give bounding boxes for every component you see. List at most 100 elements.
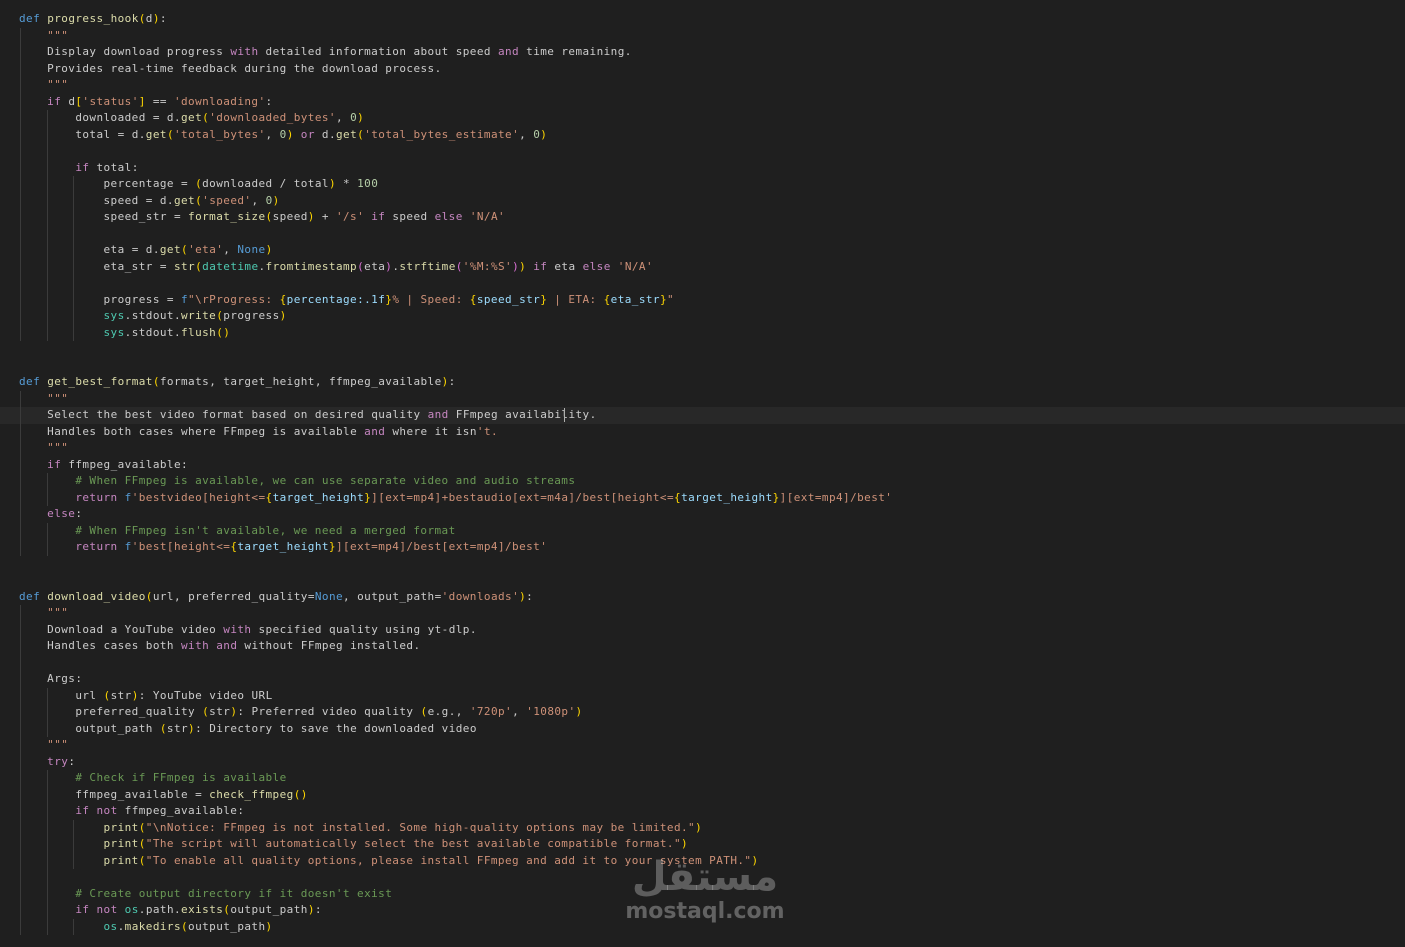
code-line[interactable]: if ffmpeg_available: bbox=[0, 456, 1405, 473]
code-line[interactable]: return f'best[height<={target_height}][e… bbox=[0, 539, 1405, 556]
code-line[interactable]: """ bbox=[0, 390, 1405, 407]
code-line[interactable]: # Check if FFmpeg is available bbox=[0, 770, 1405, 787]
indent-guide bbox=[20, 143, 21, 160]
code-line-text: """ bbox=[47, 391, 69, 405]
code-line[interactable] bbox=[0, 869, 1405, 886]
code-line-text: total = d.get('total_bytes', 0) or d.get… bbox=[75, 127, 548, 141]
code-line-text: ffmpeg_available = check_ffmpeg() bbox=[75, 787, 308, 801]
code-line-text: speed = d.get('speed', 0) bbox=[103, 193, 280, 207]
code-line[interactable]: print("The script will automatically sel… bbox=[0, 836, 1405, 853]
code-line-text: try: bbox=[47, 754, 76, 768]
code-line[interactable]: """ bbox=[0, 440, 1405, 457]
code-line-text: sys.stdout.write(progress) bbox=[103, 309, 287, 322]
code-line[interactable] bbox=[0, 358, 1405, 375]
code-line[interactable]: sys.stdout.write(progress) bbox=[0, 308, 1405, 325]
code-line[interactable]: Display download progress with detailed … bbox=[0, 44, 1405, 61]
code-line[interactable]: speed_str = format_size(speed) + '/s' if… bbox=[0, 209, 1405, 226]
code-line-text: if total: bbox=[75, 160, 139, 174]
code-line[interactable]: """ bbox=[0, 605, 1405, 622]
code-line-text: if ffmpeg_available: bbox=[47, 457, 189, 471]
code-line-text: sys.stdout.flush() bbox=[103, 325, 231, 339]
code-line[interactable]: sys.stdout.flush() bbox=[0, 324, 1405, 341]
code-line-text: if not ffmpeg_available: bbox=[75, 804, 245, 817]
code-line-text: if d['status'] == 'downloading': bbox=[47, 94, 273, 108]
code-line-text: Display download progress with detailed … bbox=[47, 45, 632, 58]
code-line-text: """ bbox=[47, 606, 69, 619]
code-line[interactable]: if not os.path.exists(output_path): bbox=[0, 902, 1405, 919]
code-line[interactable] bbox=[0, 225, 1405, 242]
indent-guide bbox=[73, 275, 75, 292]
code-line-text: Handles both cases where FFmpeg is avail… bbox=[47, 424, 499, 438]
code-line[interactable]: eta_str = str(datetime.fromtimestamp(eta… bbox=[0, 258, 1405, 275]
indent-guide bbox=[20, 869, 21, 886]
code-line[interactable]: def download_video(url, preferred_qualit… bbox=[0, 589, 1405, 606]
code-line[interactable]: print("To enable all quality options, pl… bbox=[0, 852, 1405, 869]
code-line[interactable]: downloaded = d.get('downloaded_bytes', 0… bbox=[0, 110, 1405, 127]
code-line-text: # When FFmpeg is available, we can use s… bbox=[19, 474, 576, 487]
code-line[interactable]: def get_best_format(formats, target_heig… bbox=[0, 374, 1405, 391]
code-line-text: url (str): YouTube video URL bbox=[75, 688, 273, 702]
code-line-text: def get_best_format(formats, target_heig… bbox=[19, 375, 456, 388]
code-line[interactable]: speed = d.get('speed', 0) bbox=[0, 192, 1405, 209]
code-line-text: print("\nNotice: FFmpeg is not installed… bbox=[103, 820, 703, 834]
code-line[interactable]: Handles cases both with and without FFmp… bbox=[0, 638, 1405, 655]
code-line-text: else: bbox=[47, 507, 83, 520]
code-line[interactable]: """ bbox=[0, 27, 1405, 44]
text-cursor bbox=[564, 408, 566, 422]
indent-guide bbox=[20, 225, 21, 242]
code-line[interactable]: ffmpeg_available = check_ffmpeg() bbox=[0, 786, 1405, 803]
code-line[interactable]: else: bbox=[0, 506, 1405, 523]
code-line-text: def download_video(url, preferred_qualit… bbox=[19, 589, 534, 603]
code-line[interactable]: Provides real-time feedback during the d… bbox=[0, 60, 1405, 77]
code-line-text: def progress_hook(d): bbox=[19, 12, 167, 25]
code-line[interactable]: os.makedirs(output_path) bbox=[0, 918, 1405, 935]
code-line[interactable] bbox=[0, 572, 1405, 589]
code-line[interactable]: """ bbox=[0, 77, 1405, 94]
code-line[interactable] bbox=[0, 275, 1405, 292]
code-line[interactable]: preferred_quality (str): Preferred video… bbox=[0, 704, 1405, 721]
code-line-text: if not os.path.exists(output_path): bbox=[75, 903, 322, 916]
indent-guide bbox=[20, 275, 21, 292]
code-line[interactable]: eta = d.get('eta', None) bbox=[0, 242, 1405, 259]
code-line[interactable]: """ bbox=[0, 737, 1405, 754]
code-line-text: Handles cases both with and without FFmp… bbox=[47, 639, 421, 652]
code-line-text: return f'bestvideo[height<={target_heigh… bbox=[75, 490, 893, 504]
code-line[interactable]: Select the best video format based on de… bbox=[0, 407, 1405, 424]
code-line[interactable]: url (str): YouTube video URL bbox=[0, 687, 1405, 704]
code-line[interactable]: Handles both cases where FFmpeg is avail… bbox=[0, 423, 1405, 440]
code-line[interactable]: # When FFmpeg isn't available, we need a… bbox=[0, 522, 1405, 539]
code-line[interactable] bbox=[0, 654, 1405, 671]
code-line-text: Download a YouTube video with specified … bbox=[47, 622, 477, 636]
code-editor[interactable]: def progress_hook(d): """ Display downlo… bbox=[0, 0, 1405, 947]
code-line[interactable]: output_path (str): Directory to save the… bbox=[0, 720, 1405, 737]
code-line[interactable]: Args: bbox=[0, 671, 1405, 688]
code-line[interactable]: Download a YouTube video with specified … bbox=[0, 621, 1405, 638]
code-line[interactable]: if d['status'] == 'downloading': bbox=[0, 93, 1405, 110]
indent-guide bbox=[46, 869, 48, 886]
code-line-text: """ bbox=[47, 78, 69, 91]
code-line[interactable]: percentage = (downloaded / total) * 100 bbox=[0, 176, 1405, 193]
code-line-text: output_path (str): Directory to save the… bbox=[75, 721, 477, 735]
code-line[interactable]: try: bbox=[0, 753, 1405, 770]
code-line[interactable] bbox=[0, 143, 1405, 160]
code-line-text: speed_str = format_size(speed) + '/s' if… bbox=[103, 210, 506, 223]
code-line[interactable]: # When FFmpeg is available, we can use s… bbox=[0, 473, 1405, 490]
indent-guide bbox=[46, 225, 48, 242]
code-line[interactable]: return f'bestvideo[height<={target_heigh… bbox=[0, 489, 1405, 506]
code-line-text: print("To enable all quality options, pl… bbox=[103, 853, 759, 867]
code-line-text: eta = d.get('eta', None) bbox=[103, 243, 273, 256]
code-line-text: # Check if FFmpeg is available bbox=[19, 771, 287, 784]
code-line[interactable]: # Create output directory if it doesn't … bbox=[0, 885, 1405, 902]
code-line[interactable]: total = d.get('total_bytes', 0) or d.get… bbox=[0, 126, 1405, 143]
code-line[interactable]: print("\nNotice: FFmpeg is not installed… bbox=[0, 819, 1405, 836]
code-line[interactable]: if total: bbox=[0, 159, 1405, 176]
code-line[interactable]: if not ffmpeg_available: bbox=[0, 803, 1405, 820]
code-line-text: Select the best video format based on de… bbox=[47, 408, 597, 421]
code-line[interactable]: progress = f"\rProgress: {percentage:.1f… bbox=[0, 291, 1405, 308]
indent-guide bbox=[46, 275, 48, 292]
code-line[interactable] bbox=[0, 556, 1405, 573]
code-line-text: Provides real-time feedback during the d… bbox=[47, 61, 442, 75]
code-line-text: # Create output directory if it doesn't … bbox=[19, 886, 393, 900]
code-line[interactable] bbox=[0, 341, 1405, 358]
code-line[interactable]: def progress_hook(d): bbox=[0, 11, 1405, 28]
